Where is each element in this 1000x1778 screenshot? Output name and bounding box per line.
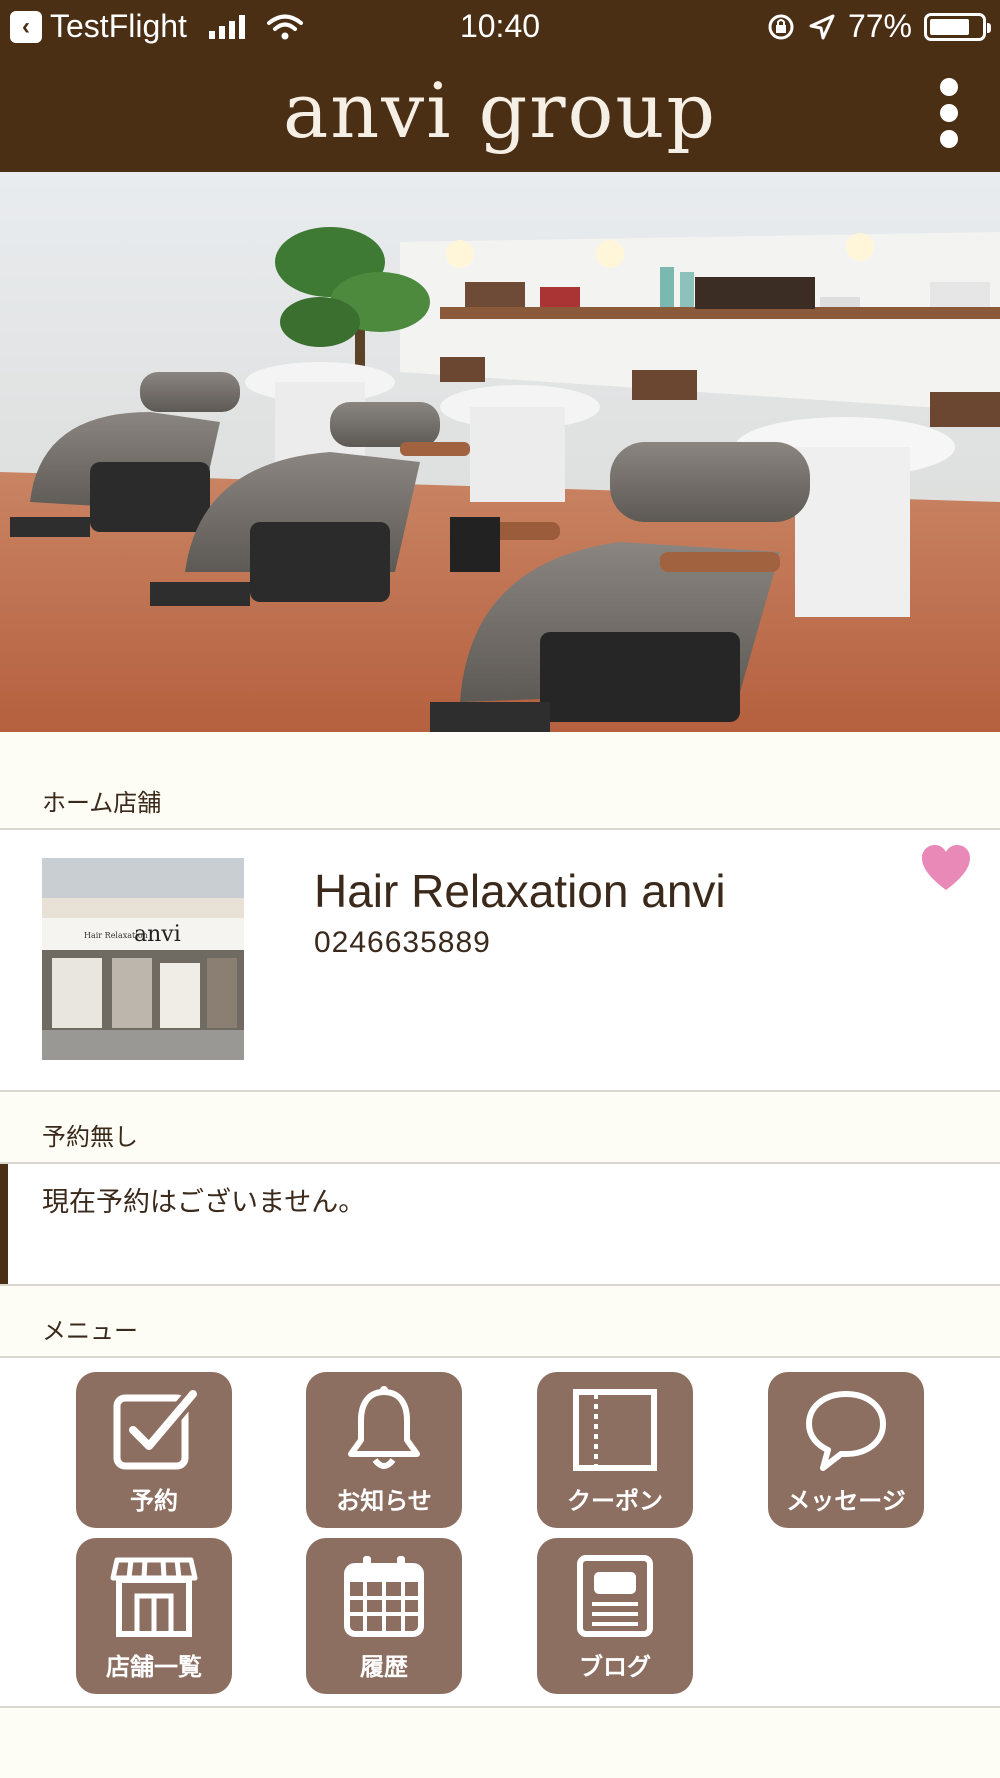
document-icon [577, 1555, 653, 1637]
storefront-icon [110, 1557, 198, 1637]
menu-item-label: お知らせ [336, 1487, 432, 1515]
menu-button-blog[interactable]: ブログ [537, 1538, 693, 1694]
menu-button-store-list[interactable]: 店舗一覧 [76, 1538, 232, 1694]
battery-icon [924, 12, 991, 41]
menu-item-label: クーポン [567, 1487, 663, 1515]
bell-icon [348, 1386, 420, 1469]
reservation-card: 現在予約はございません。 [0, 1164, 1000, 1286]
menu-item-label: メッセージ [786, 1487, 906, 1515]
menu-item-label: ブログ [579, 1653, 651, 1681]
menu-grid: 予約 お知らせ クーポン メッセージ 店舗一覧 履歴 ブログ [0, 1358, 1000, 1708]
reservation-label: 予約無し [42, 1123, 138, 1151]
store-thumbnail: Hair Relaxation anvi [42, 858, 244, 1060]
hero-salon-image [0, 172, 1000, 732]
menu-item-label: 店舗一覧 [106, 1653, 202, 1681]
menu-button-reservation[interactable]: 予約 [76, 1372, 232, 1528]
menu-button-coupon[interactable]: クーポン [537, 1372, 693, 1528]
home-store-card[interactable]: Hair Relaxation anvi Hair Relaxation anv… [0, 830, 1000, 1092]
menu-button-message[interactable]: メッセージ [768, 1372, 924, 1528]
menu-section-header: メニュー [0, 1286, 1000, 1358]
menu-item-label: 履歴 [360, 1653, 408, 1681]
reservation-message: 現在予約はございません。 [42, 1187, 366, 1218]
calendar-icon [344, 1556, 424, 1637]
speech-bubble-icon [806, 1391, 886, 1471]
kebab-menu-icon[interactable] [936, 78, 962, 148]
store-name[interactable]: Hair Relaxation anvi [314, 864, 726, 918]
orientation-lock-icon [768, 14, 794, 39]
home-store-label: ホーム店舗 [42, 789, 162, 817]
menu-button-news[interactable]: お知らせ [306, 1372, 462, 1528]
menu-item-label: 予約 [130, 1487, 178, 1515]
location-arrow-icon [809, 14, 835, 39]
checkbox-icon [113, 1388, 199, 1470]
store-phone[interactable]: 0246635889 [314, 926, 491, 960]
heart-icon[interactable] [920, 844, 972, 892]
reservation-accent-bar [0, 1164, 8, 1284]
battery-percent: 77% [847, 8, 912, 44]
storefront-sign: anvi [134, 922, 181, 947]
status-bar: ‹ TestFlight 10:40 77% [0, 0, 1000, 56]
menu-label: メニュー [42, 1317, 138, 1345]
reservation-section-header: 予約無し [0, 1092, 1000, 1164]
app-header: anvi group [0, 56, 1000, 172]
app-title: anvi group [283, 66, 717, 155]
battery-fill [930, 18, 969, 35]
coupon-icon [573, 1389, 657, 1471]
menu-button-history[interactable]: 履歴 [306, 1538, 462, 1694]
home-store-section-header: ホーム店舗 [0, 732, 1000, 830]
